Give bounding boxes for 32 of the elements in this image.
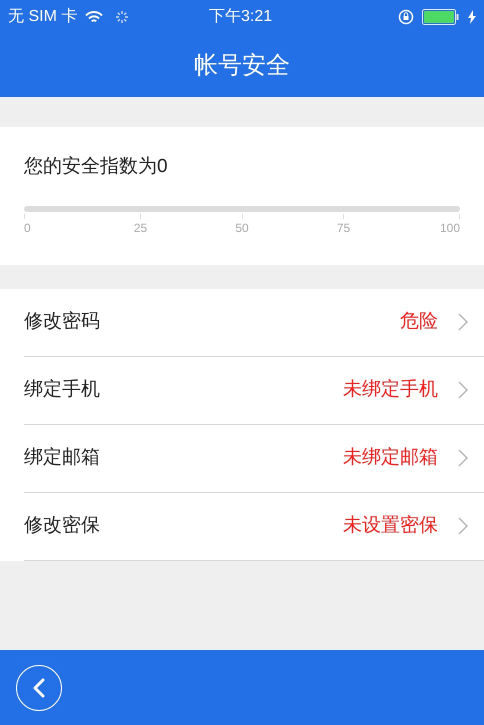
row-status: 未设置密保 xyxy=(343,514,438,538)
battery-icon xyxy=(422,9,460,25)
scale-tick-label: 75 xyxy=(336,220,350,236)
row-label: 绑定邮箱 xyxy=(24,446,100,470)
rotation-lock-icon xyxy=(398,9,414,25)
settings-row[interactable]: 绑定手机 未绑定手机 xyxy=(24,356,484,424)
scale-tick-label: 0 xyxy=(24,220,31,236)
chevron-icon xyxy=(458,381,468,399)
wifi-icon xyxy=(85,10,104,24)
row-status: 未绑定邮箱 xyxy=(343,446,438,470)
clock-time: 下午3:21 xyxy=(209,7,272,27)
charging-icon xyxy=(468,10,476,24)
row-label: 修改密码 xyxy=(24,310,100,334)
row-label: 修改密保 xyxy=(24,514,100,538)
security-score-label: 您的安全指数为0 xyxy=(24,155,168,179)
carrier-label: 无 SIM 卡 xyxy=(8,6,78,27)
row-status: 未绑定手机 xyxy=(343,378,438,402)
scale-tick-label: 100 xyxy=(440,220,460,236)
settings-row[interactable]: 绑定邮箱 未绑定邮箱 xyxy=(24,424,484,492)
row-label: 绑定手机 xyxy=(24,378,100,402)
chevron-icon xyxy=(458,517,468,535)
page-title: 帐号安全 xyxy=(194,50,290,80)
chevron-icon xyxy=(458,313,468,331)
back-icon xyxy=(33,678,45,698)
spinner-icon xyxy=(115,10,130,24)
settings-row[interactable]: 修改密保 未设置密保 xyxy=(24,492,484,560)
chevron-icon xyxy=(458,449,468,467)
scale-tick-label: 50 xyxy=(235,220,249,236)
row-status: 危险 xyxy=(400,310,438,334)
scale-tick-label: 25 xyxy=(134,220,148,236)
settings-row[interactable]: 修改密码 危险 xyxy=(24,288,484,356)
back-button[interactable] xyxy=(16,664,62,710)
